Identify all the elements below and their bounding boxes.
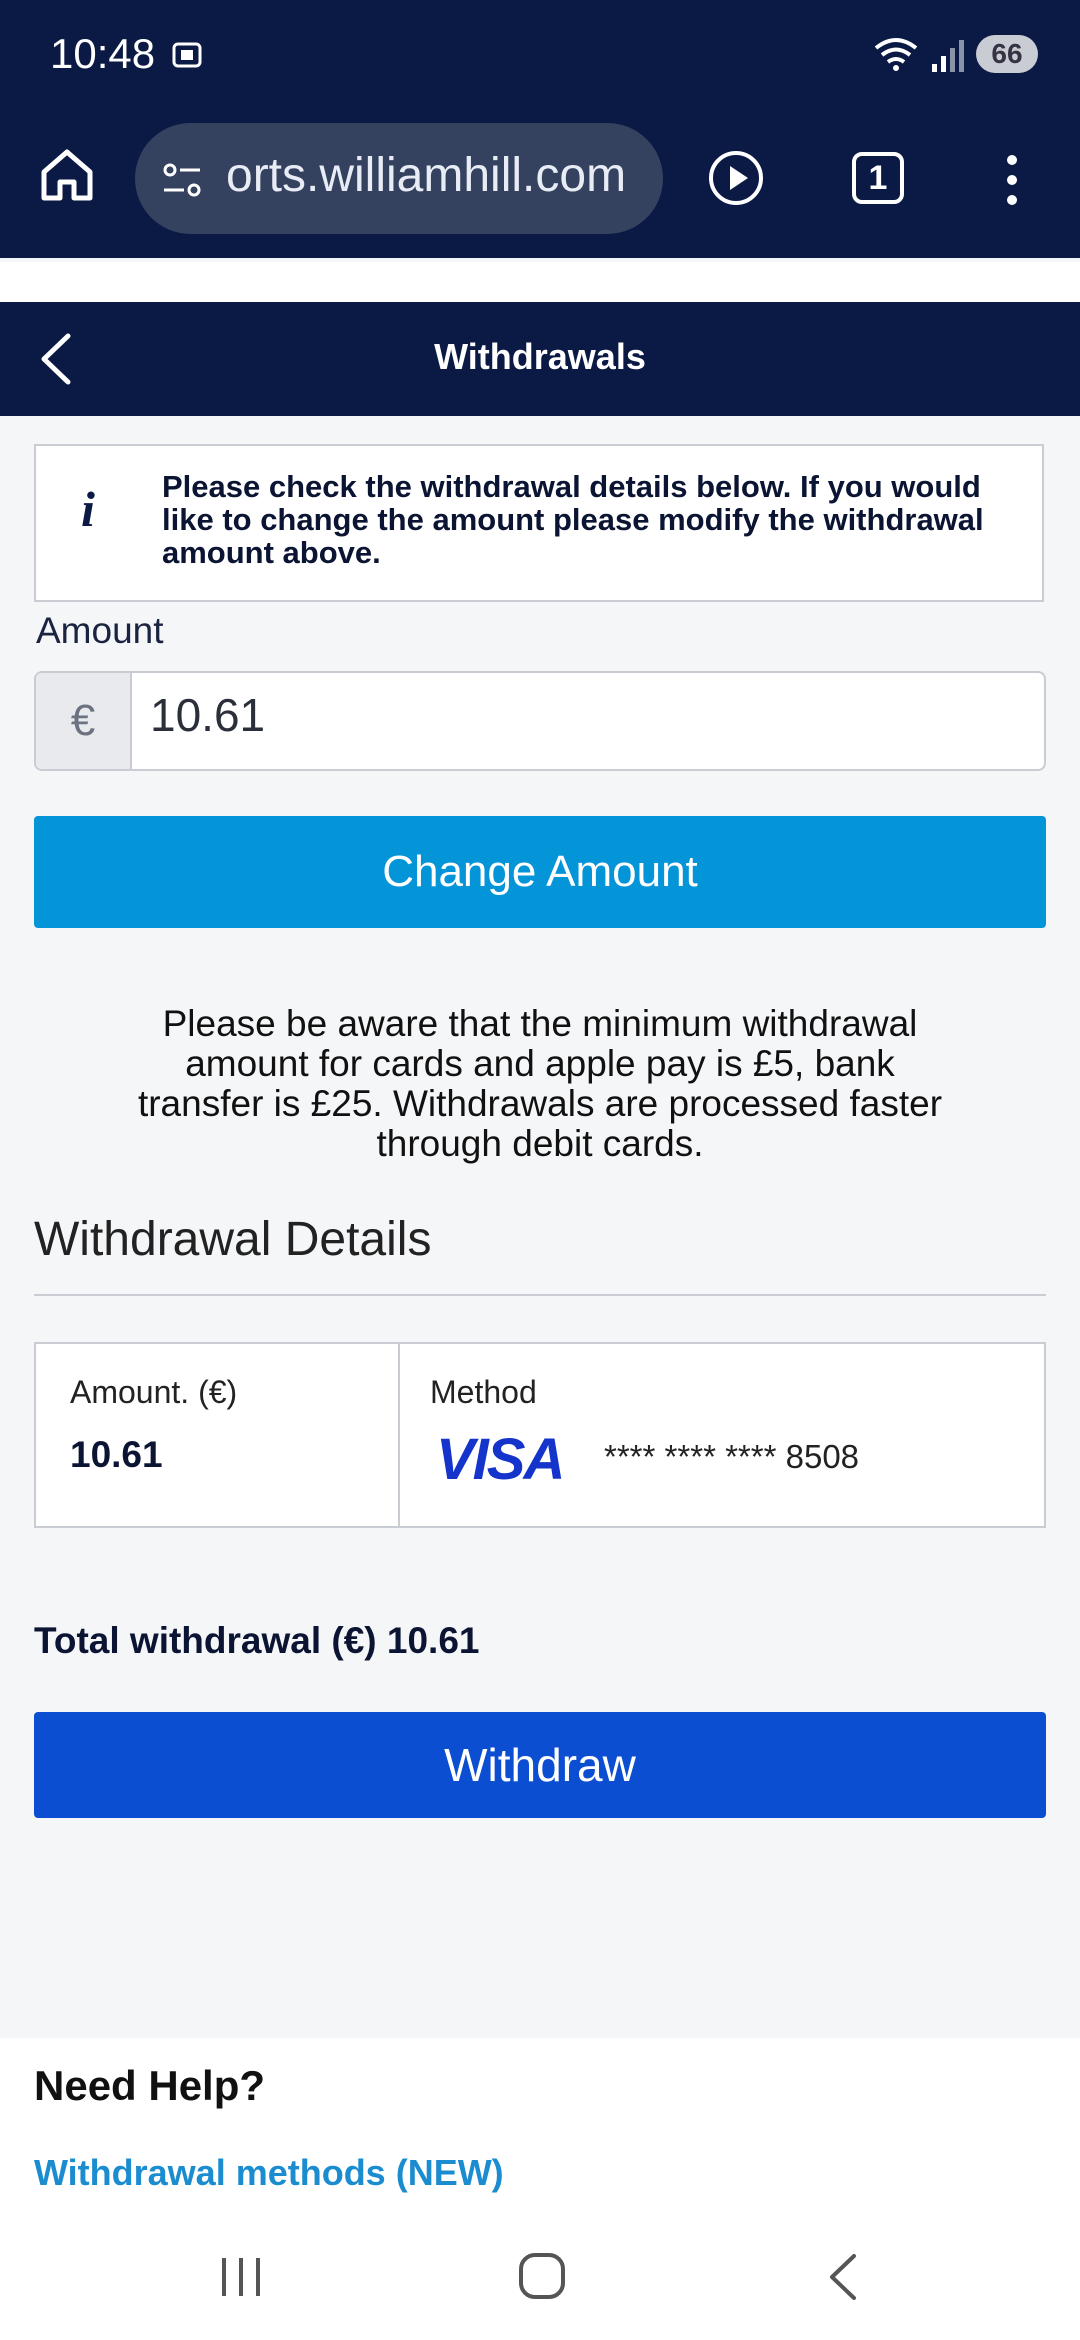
total-withdrawal: Total withdrawal (€) 10.61 (34, 1620, 480, 1661)
method-column-header: Method (430, 1374, 537, 1410)
minimum-withdrawal-notice: Please be aware that the minimum withdra… (137, 1003, 943, 1164)
home-icon[interactable] (36, 144, 98, 206)
amount-label: Amount (36, 610, 164, 651)
status-time: 10:48 (50, 30, 156, 77)
site-settings-icon[interactable] (160, 158, 204, 202)
more-menu-icon[interactable] (1000, 150, 1024, 210)
nav-home-icon[interactable] (516, 2250, 568, 2302)
url-text: orts.williamhill.com (226, 149, 627, 202)
nav-back-icon[interactable] (824, 2252, 860, 2302)
recent-apps-icon[interactable] (216, 2254, 266, 2300)
section-divider (34, 1294, 1046, 1296)
amount-column-value: 10.61 (70, 1434, 163, 1475)
currency-symbol: € (36, 673, 132, 769)
page-title: Withdrawals (434, 336, 646, 377)
withdraw-button[interactable]: Withdraw (34, 1712, 1046, 1818)
wifi-icon (874, 38, 918, 71)
play-icon[interactable] (706, 148, 766, 208)
info-message: Please check the withdrawal details belo… (162, 469, 984, 570)
info-icon: i (81, 481, 95, 537)
withdrawal-details-title: Withdrawal Details (34, 1213, 432, 1266)
visa-logo-icon: VISA (436, 1427, 565, 1492)
signal-icon (932, 40, 964, 72)
amount-column-header: Amount. (€) (70, 1374, 238, 1410)
screen-record-icon (172, 42, 202, 68)
help-title: Need Help? (34, 2062, 266, 2109)
card-number: **** **** **** 8508 (604, 1438, 860, 1475)
withdrawal-methods-link[interactable]: Withdrawal methods (NEW) (34, 2152, 504, 2194)
column-divider (398, 1342, 400, 1528)
page-top-strip (0, 262, 1080, 302)
change-amount-button[interactable]: Change Amount (34, 816, 1046, 928)
battery-indicator: 66 (976, 35, 1038, 73)
amount-input-value[interactable]: 10.61 (150, 688, 265, 742)
tab-count: 1 (868, 159, 888, 197)
